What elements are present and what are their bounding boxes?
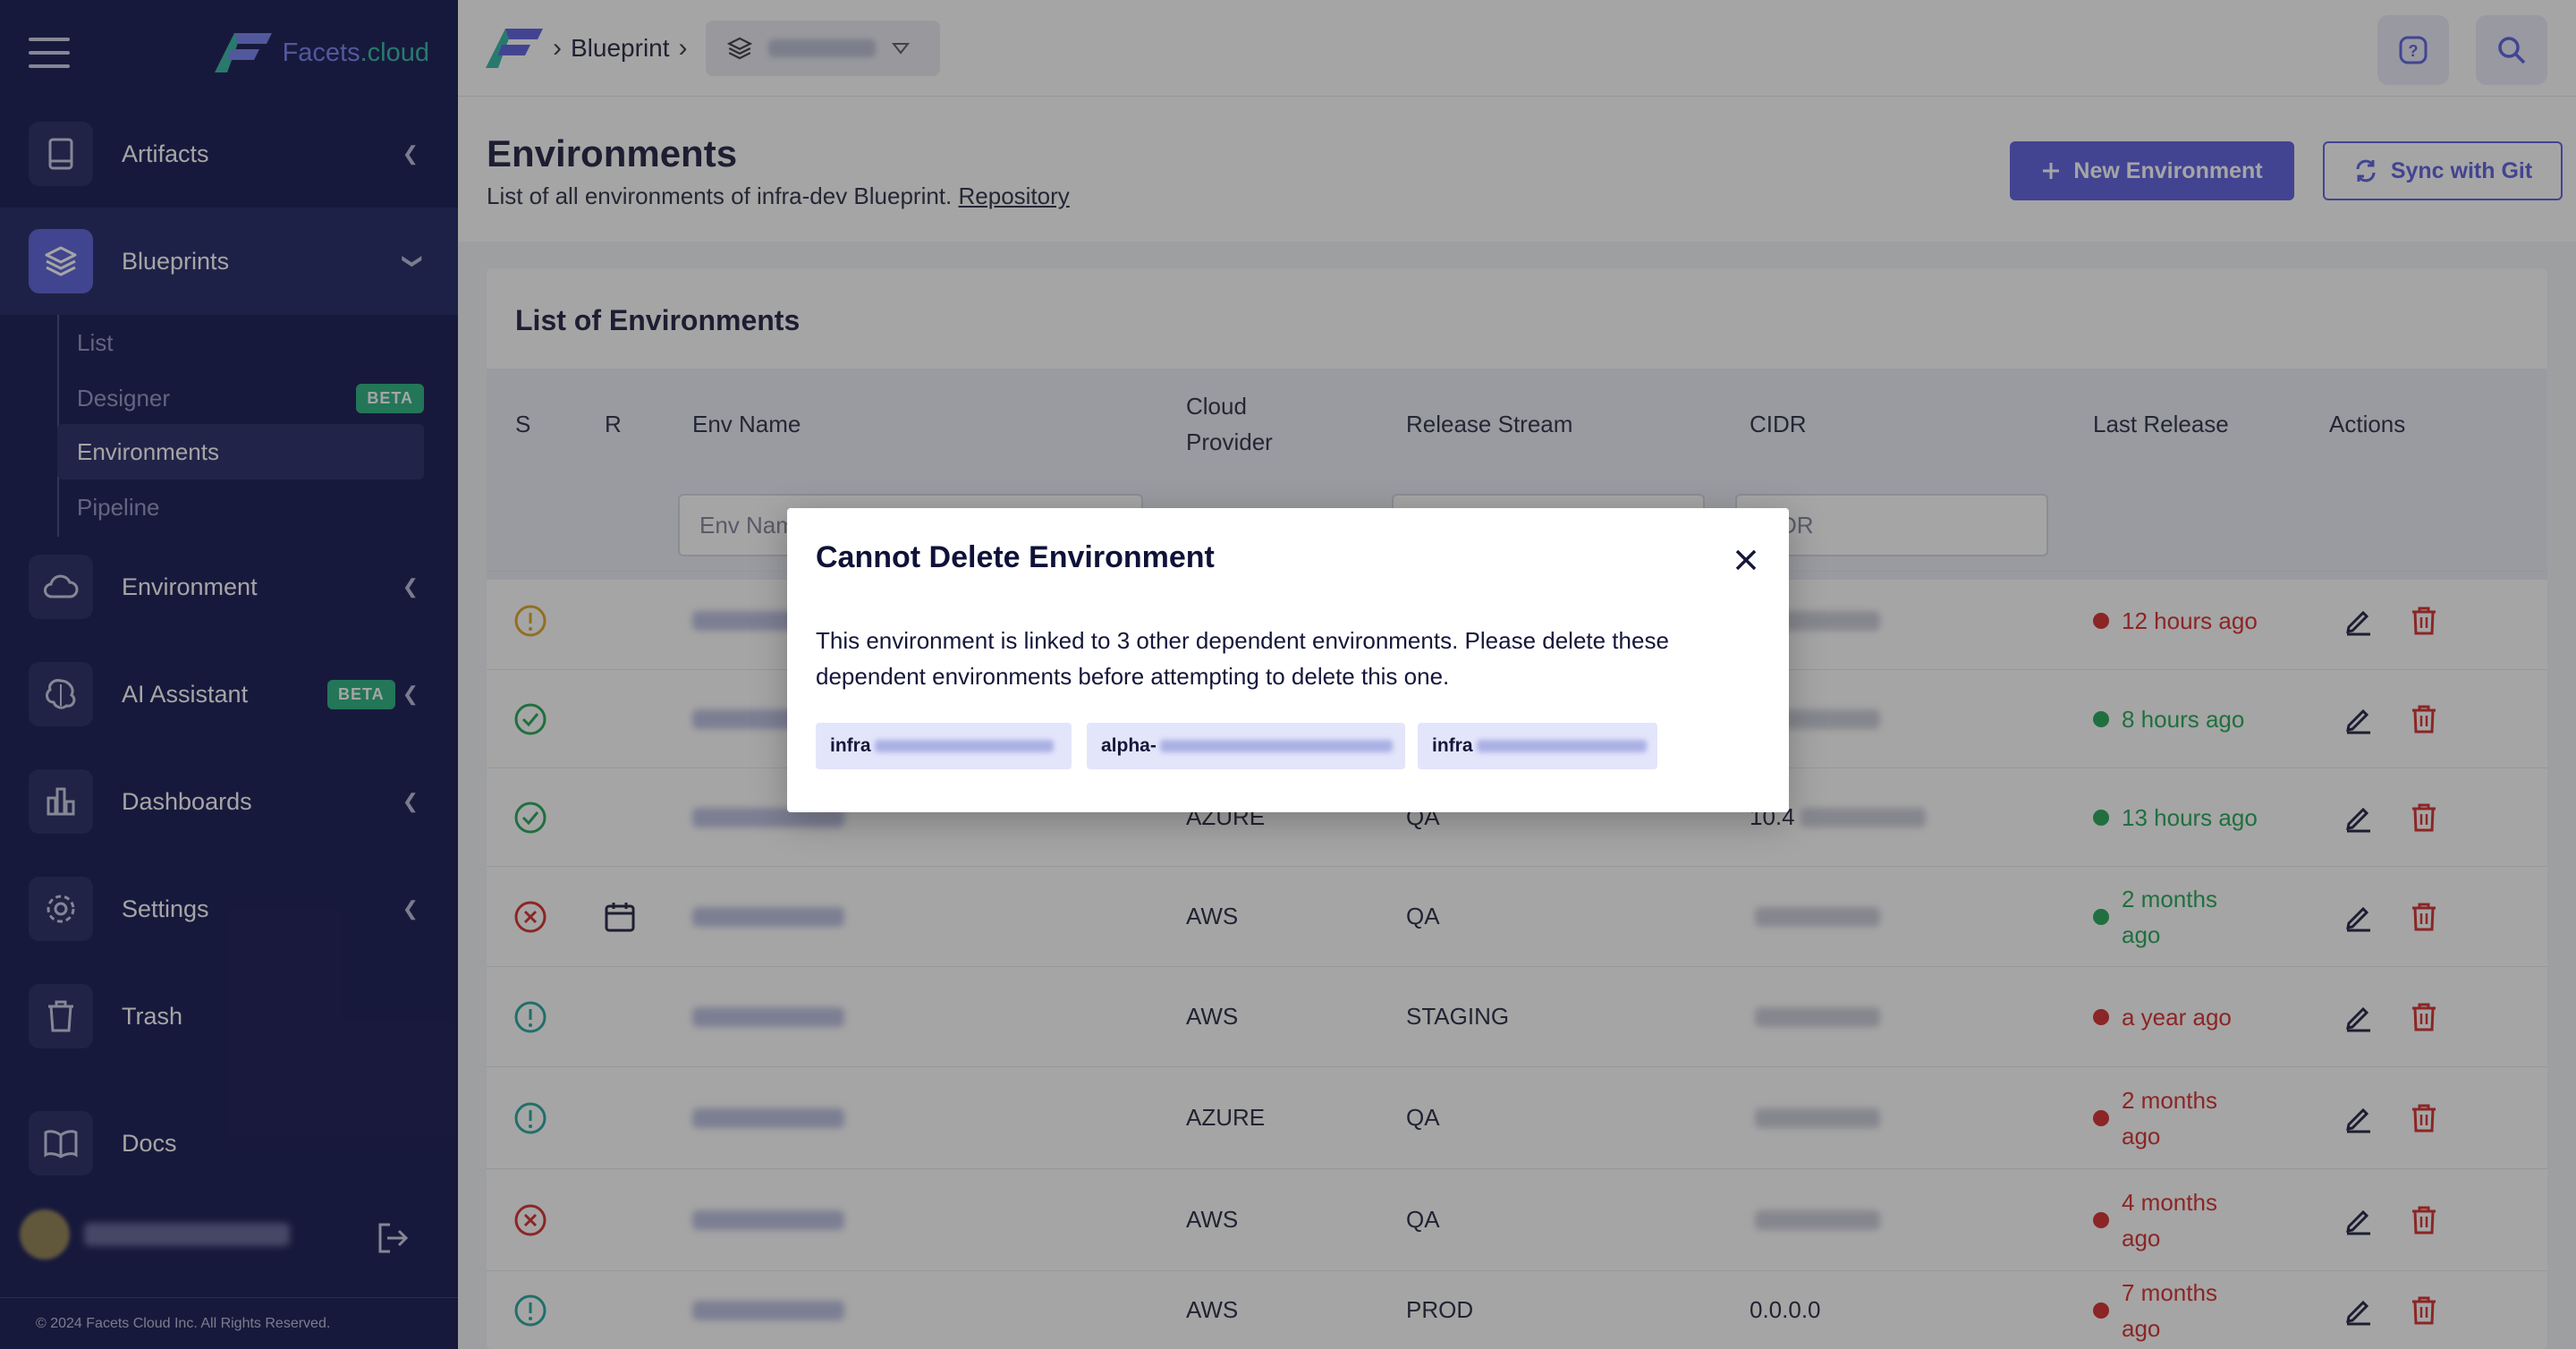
cannot-delete-modal: Cannot Delete Environment This environme… [787, 508, 1789, 812]
modal-message: This environment is linked to 3 other de… [816, 627, 1669, 690]
close-icon[interactable] [1730, 544, 1762, 576]
env-name-redacted [1159, 740, 1393, 752]
env-name-redacted [874, 740, 1054, 752]
dependent-env-chip[interactable]: alpha- [1087, 723, 1405, 769]
dependent-env-chip[interactable]: infra [816, 723, 1072, 769]
modal-title: Cannot Delete Environment [816, 540, 1215, 574]
env-name-redacted [1476, 740, 1647, 752]
dependent-env-chip[interactable]: infra [1418, 723, 1657, 769]
